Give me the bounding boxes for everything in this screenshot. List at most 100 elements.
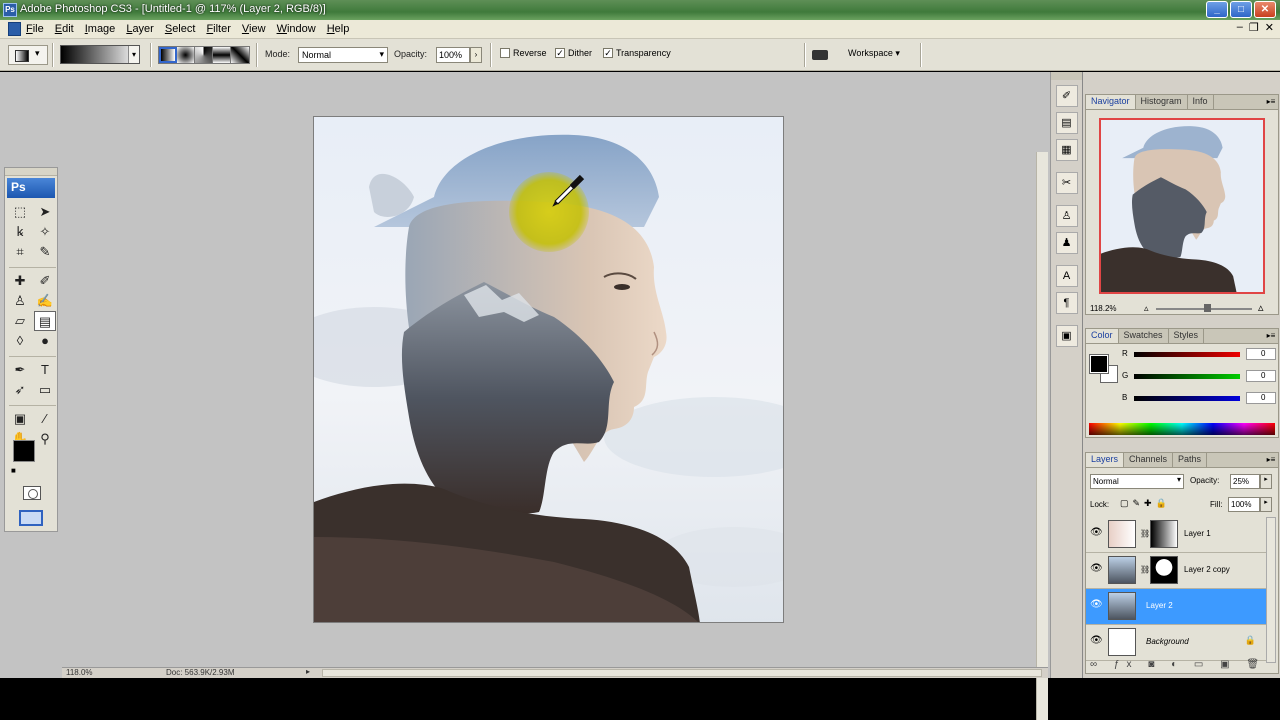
minimize-button[interactable]: _ [1206, 1, 1228, 18]
tab-info[interactable]: Info [1187, 95, 1214, 109]
menu-file[interactable]: File [26, 23, 44, 35]
blue-value-input[interactable]: 0 [1246, 392, 1276, 404]
doc-restore-button[interactable]: ❐ [1249, 21, 1259, 34]
character-panel-icon[interactable]: A [1055, 265, 1078, 287]
zoom-level[interactable]: 118.0% [66, 668, 93, 677]
visibility-eye-icon[interactable]: 👁 [1090, 563, 1103, 575]
visibility-eye-icon[interactable]: 👁 [1090, 527, 1103, 539]
menu-select[interactable]: Select [165, 23, 196, 35]
tab-paths[interactable]: Paths [1173, 453, 1208, 467]
layer-opacity-input[interactable]: 25% [1230, 474, 1260, 489]
tool-preset-picker[interactable] [8, 45, 48, 65]
eraser-tool-icon[interactable]: ▱ [9, 311, 31, 331]
tab-styles[interactable]: Styles [1168, 329, 1205, 343]
type-tool-icon[interactable]: T [34, 360, 56, 380]
actions-panel-icon[interactable]: ✂ [1055, 172, 1078, 194]
tab-navigator[interactable]: Navigator [1086, 95, 1136, 109]
screen-mode-button[interactable] [19, 510, 43, 526]
brushes-panel-icon[interactable]: ✐ [1055, 85, 1078, 107]
eyedropper-tool-icon[interactable]: ⁄ [34, 409, 56, 429]
slice-tool-icon[interactable]: ✎ [34, 242, 56, 262]
linear-gradient-button[interactable] [159, 47, 177, 63]
menu-help[interactable]: Help [327, 23, 350, 35]
mode-select[interactable]: Normal [298, 47, 388, 63]
vertical-scrollbar[interactable] [1036, 152, 1048, 720]
red-value-input[interactable]: 0 [1246, 348, 1276, 360]
layer-row[interactable]: 👁 ⛓ Layer 1 [1086, 517, 1266, 553]
default-colors-icon[interactable]: ■ [11, 466, 16, 475]
layers-scrollbar[interactable] [1266, 517, 1276, 663]
panel-menu-icon[interactable]: ▸≡ [1264, 329, 1278, 343]
fill-input[interactable]: 100% [1228, 497, 1260, 512]
tab-color[interactable]: Color [1086, 329, 1119, 343]
angle-gradient-button[interactable] [195, 47, 213, 63]
lasso-tool-icon[interactable]: ꝃ [9, 222, 31, 242]
dither-checkbox[interactable]: ✓ [555, 48, 565, 58]
green-value-input[interactable]: 0 [1246, 370, 1276, 382]
gradient-tool-icon[interactable]: ▤ [34, 311, 56, 331]
chevron-down-icon[interactable]: ▾ [128, 46, 139, 63]
visibility-eye-icon[interactable]: 👁 [1090, 635, 1103, 647]
healing-brush-tool-icon[interactable]: ✚ [9, 271, 31, 291]
menu-filter[interactable]: Filter [206, 23, 230, 35]
zoom-tool-icon[interactable]: ⚲ [34, 429, 56, 449]
tab-histogram[interactable]: Histogram [1135, 95, 1188, 109]
layer-row[interactable]: 👁 Layer 2 [1086, 589, 1266, 625]
layer-comps-panel-icon[interactable]: ▦ [1055, 139, 1078, 161]
path-selection-tool-icon[interactable]: ➶ [9, 380, 31, 400]
tab-swatches[interactable]: Swatches [1118, 329, 1169, 343]
layer-mask-thumbnail[interactable] [1150, 520, 1178, 548]
reverse-checkbox[interactable] [500, 48, 510, 58]
paragraph-panel-icon[interactable]: ¶ [1055, 292, 1078, 314]
red-slider[interactable] [1134, 352, 1240, 357]
quick-mask-button[interactable] [23, 486, 41, 500]
navigator-thumbnail[interactable] [1099, 118, 1265, 294]
layers-panel-buttons[interactable]: ∞ ƒx ◙ ◐ ▭ ▣ 🗑 [1090, 659, 1266, 670]
color-spectrum-ramp[interactable] [1089, 423, 1275, 435]
tab-layers[interactable]: Layers [1086, 453, 1125, 467]
document-canvas[interactable] [313, 116, 784, 623]
magic-wand-tool-icon[interactable]: ✧ [34, 222, 56, 242]
doc-minimize-button[interactable]: – [1237, 21, 1243, 34]
panel-menu-icon[interactable]: ▸≡ [1264, 453, 1278, 467]
navigator-zoom-value[interactable]: 118.2% [1090, 304, 1117, 313]
menu-window[interactable]: Window [277, 23, 316, 35]
crop-tool-icon[interactable]: ⌗ [9, 242, 31, 262]
transparency-checkbox[interactable]: ✓ [603, 48, 613, 58]
status-menu-icon[interactable]: ▸ [306, 667, 310, 676]
dodge-tool-icon[interactable]: ● [34, 331, 56, 351]
maximize-button[interactable]: □ [1230, 1, 1252, 18]
color-foreground-swatch[interactable] [1089, 354, 1109, 374]
layer-blend-mode-select[interactable]: Normal [1090, 474, 1184, 489]
navigator-zoom-slider[interactable] [1156, 304, 1252, 312]
mask-link-icon[interactable]: ⛓ [1140, 529, 1150, 538]
reflected-gradient-button[interactable] [213, 47, 231, 63]
brush-tool-icon[interactable]: ✐ [34, 271, 56, 291]
history-brush-tool-icon[interactable]: ✍ [34, 291, 56, 311]
toolbox-grip[interactable] [5, 168, 57, 176]
menu-edit[interactable]: Edit [55, 23, 74, 35]
opacity-slider-button[interactable]: › [470, 47, 482, 63]
tab-channels[interactable]: Channels [1124, 453, 1174, 467]
horizontal-scrollbar[interactable] [322, 669, 1042, 677]
zoom-in-icon[interactable]: ▵ [1258, 301, 1264, 314]
layer-row[interactable]: 👁 ⛓ Layer 2 copy [1086, 553, 1266, 589]
diamond-gradient-button[interactable] [231, 47, 249, 63]
layer-mask-thumbnail[interactable] [1150, 556, 1178, 584]
clone-source-panel-icon[interactable]: ♟ [1055, 232, 1078, 254]
menu-image[interactable]: Image [85, 23, 116, 35]
lock-icons[interactable]: ▢✎✚🔒 [1120, 498, 1171, 509]
close-button[interactable]: ✕ [1254, 1, 1276, 18]
doc-close-button[interactable]: ✕ [1265, 21, 1274, 34]
opacity-input[interactable]: 100% [436, 47, 470, 63]
gradient-swatch[interactable]: ▾ [60, 45, 140, 64]
palette-well-icon[interactable] [808, 44, 834, 66]
workspace-menu[interactable]: Workspace ▾ [848, 48, 900, 59]
move-tool-icon[interactable]: ➤ [34, 202, 56, 222]
foreground-color-swatch[interactable] [13, 440, 35, 462]
shape-tool-icon[interactable]: ▭ [34, 380, 56, 400]
document-icon[interactable] [8, 22, 21, 36]
green-slider[interactable] [1134, 374, 1240, 379]
clone-stamp-tool-icon[interactable]: ♙ [9, 291, 31, 311]
pen-tool-icon[interactable]: ✒ [9, 360, 31, 380]
